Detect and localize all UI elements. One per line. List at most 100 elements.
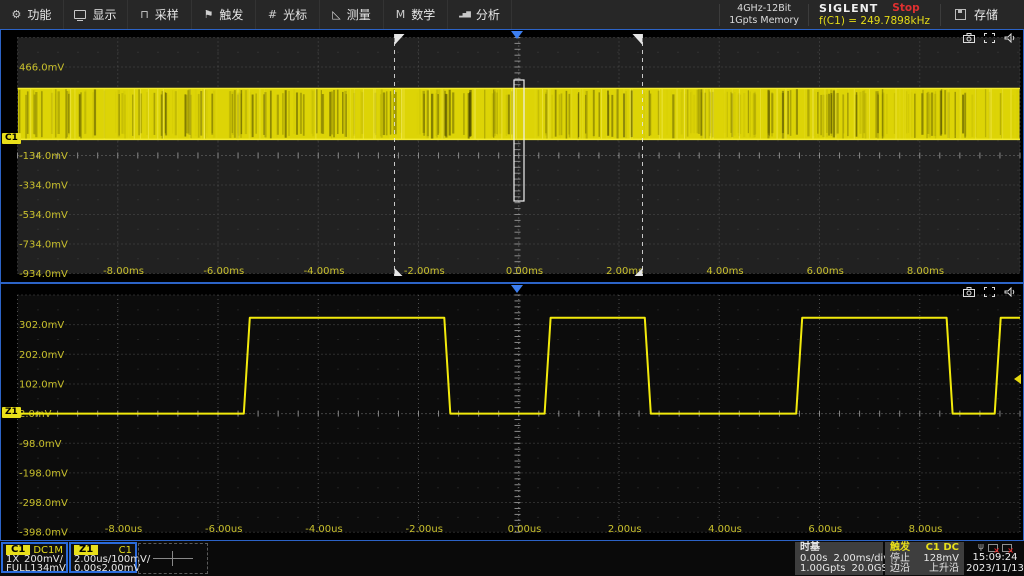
- system-info: 4GHz-12Bit 1Gpts Memory: [720, 3, 808, 27]
- c1-offset: 134mV: [30, 564, 66, 573]
- y-axis-label: -198.0mV: [19, 468, 68, 479]
- run-state-badge[interactable]: Stop: [892, 2, 919, 15]
- menu-item-math[interactable]: M数学: [384, 0, 448, 29]
- x-axis-label: 8.00us: [909, 524, 943, 535]
- menu-item-display[interactable]: 显示: [64, 0, 128, 29]
- menu-item-label: 采样: [155, 6, 179, 23]
- plus-icon: [172, 551, 173, 566]
- brand-block: SIGLENT Stop f(C1) = 249.7898kHz: [809, 2, 940, 28]
- lan-disconnected-icon: [1002, 544, 1012, 552]
- menu-item-label: 显示: [92, 6, 116, 23]
- system-info-line2: 1Gpts Memory: [729, 15, 799, 27]
- timebase-title: 时基: [800, 543, 820, 553]
- menu-item-measure[interactable]: ◺测量: [320, 0, 384, 29]
- menu-item-function[interactable]: ⚙功能: [0, 0, 64, 29]
- menu-item-analysis[interactable]: ▂▅▇分析: [448, 0, 512, 29]
- camera-icon[interactable]: [963, 33, 975, 43]
- storage-label: 存储: [974, 6, 998, 23]
- math-icon: M: [396, 9, 406, 20]
- menu-item-acquire[interactable]: ⊓ 采样: [128, 0, 192, 29]
- monitor-icon: [74, 10, 86, 19]
- z1-ground-marker[interactable]: Z1: [2, 407, 21, 418]
- y-axis-label: 466.0mV: [19, 63, 64, 74]
- trigger-type: 边沿: [890, 564, 910, 574]
- plus-icon: [153, 558, 193, 559]
- flag-icon: ⚑: [204, 9, 214, 20]
- x-axis-label: -6.00us: [205, 524, 242, 535]
- y-axis-label: -734.0mV: [19, 240, 68, 251]
- status-bar: C1 DC1M 1X 200mV/ FULL 134mV Z1 C1 2.00u…: [0, 541, 1024, 576]
- x-axis-label: 4.00ms: [706, 266, 743, 277]
- x-axis-label: -8.00us: [105, 524, 142, 535]
- zoom-trigger-position-marker[interactable]: [511, 285, 523, 293]
- trigger-state: 停止: [890, 554, 910, 564]
- x-axis-label: -6.00ms: [203, 266, 244, 277]
- expand-icon[interactable]: [984, 287, 995, 297]
- menu-bar-right: 4GHz-12Bit 1Gpts Memory SIGLENT Stop f(C…: [719, 0, 1024, 29]
- menu-item-label: 光标: [283, 6, 307, 23]
- x-axis-label: 0.00us: [508, 524, 542, 535]
- main-waveform-window[interactable]: 466.0mV-134.0mV-334.0mV-534.0mV-734.0mV-…: [0, 29, 1024, 283]
- c1-ground-marker[interactable]: C1: [2, 133, 21, 144]
- x-axis-label: -4.00ms: [304, 266, 345, 277]
- trigger-level-marker[interactable]: [1014, 374, 1021, 384]
- y-axis-label: -398.0mV: [19, 528, 68, 538]
- x-axis-label: 6.00us: [808, 524, 842, 535]
- x-axis-label: 4.00us: [708, 524, 742, 535]
- x-axis-label: -2.00ms: [404, 266, 445, 277]
- menu-item-cursors[interactable]: # 光标: [256, 0, 320, 29]
- x-axis-label: -4.00us: [305, 524, 342, 535]
- x-axis-label: 6.00ms: [807, 266, 844, 277]
- lan-disconnected-icon: [988, 544, 998, 552]
- main-window-toolbar: [963, 33, 1015, 43]
- timebase-panel[interactable]: 时基 0.00s 2.00ms/div 1.00Gpts 20.0GSa/s: [795, 542, 883, 575]
- usb-icon: ψ: [978, 543, 984, 552]
- trigger-title: 触发: [890, 543, 910, 553]
- timebase-scale: 2.00ms/div: [833, 554, 889, 564]
- oscilloscope-screen: ⚙功能 显示 ⊓ 采样 ⚑ 触发 # 光标 ◺测量M数学▂▅▇分析 4GHz-12Bit 1Gp…: [0, 0, 1024, 576]
- trigger-position-marker[interactable]: [511, 31, 523, 39]
- channel-c1-box[interactable]: C1 DC1M 1X 200mV/ FULL 134mV: [1, 542, 68, 573]
- storage-button[interactable]: 存储: [941, 0, 1024, 29]
- disk-icon: [955, 9, 966, 20]
- y-axis-label: -934.0mV: [19, 269, 68, 280]
- menu-item-label: 触发: [219, 6, 243, 23]
- x-axis-label: 8.00ms: [907, 266, 944, 277]
- speaker-icon[interactable]: [1004, 287, 1015, 297]
- zoom-grid-canvas: 302.0mV202.0mV102.0mV2.0mV-98.0mV-198.0m…: [1, 284, 1021, 538]
- speaker-icon[interactable]: [1004, 33, 1015, 43]
- z1-offset: 2.00mV: [101, 564, 140, 573]
- sample-icon: ⊓: [140, 9, 149, 20]
- clock-date: 2023/11/13: [966, 564, 1024, 574]
- system-info-line1: 4GHz-12Bit: [729, 3, 799, 15]
- connectivity-icons: ψ: [978, 543, 1012, 552]
- x-axis-label: -2.00us: [406, 524, 443, 535]
- timebase-delay: 0.00s: [800, 554, 827, 564]
- trigger-panel[interactable]: 触发 C1 DC 停止 128mV 边沿 上升沿: [885, 542, 964, 575]
- measure-icon: ◺: [332, 9, 340, 20]
- trigger-slope: 上升沿: [929, 564, 959, 574]
- camera-icon[interactable]: [963, 287, 975, 297]
- c1-bandwidth: FULL: [6, 564, 30, 573]
- zoom-z1-box[interactable]: Z1 C1 2.00us/ 100mV/ 0.00s 2.00mV: [69, 542, 137, 573]
- c1-noise-band-trace: [18, 88, 1021, 140]
- zoom-waveform-window[interactable]: 302.0mV202.0mV102.0mV2.0mV-98.0mV-198.0m…: [0, 283, 1024, 541]
- y-axis-label: 202.0mV: [19, 350, 64, 361]
- y-axis-label: -534.0mV: [19, 210, 68, 221]
- z1-delay: 0.00s: [74, 564, 101, 573]
- expand-icon[interactable]: [984, 33, 995, 43]
- trigger-source: C1 DC: [926, 543, 959, 553]
- x-axis-label: 2.00us: [608, 524, 642, 535]
- trigger-level: 128mV: [923, 554, 959, 564]
- x-axis-label: 0.00ms: [506, 266, 543, 277]
- menu-item-trigger[interactable]: ⚑ 触发: [192, 0, 256, 29]
- menu-bar: ⚙功能 显示 ⊓ 采样 ⚑ 触发 # 光标 ◺测量M数学▂▅▇分析 4GHz-12Bit 1Gp…: [0, 0, 1024, 29]
- y-axis-label: 102.0mV: [19, 379, 64, 390]
- add-channel-placeholder[interactable]: [138, 543, 208, 574]
- frequency-readout: f(C1) = 249.7898kHz: [819, 15, 930, 28]
- clock-panel[interactable]: ψ 15:09:24 2023/11/13: [966, 542, 1024, 575]
- timebase-points: 1.00Gpts: [800, 564, 846, 574]
- y-axis-label: -134.0mV: [19, 151, 68, 162]
- cursor-icon: #: [268, 9, 277, 20]
- gear-icon: ⚙: [12, 9, 22, 20]
